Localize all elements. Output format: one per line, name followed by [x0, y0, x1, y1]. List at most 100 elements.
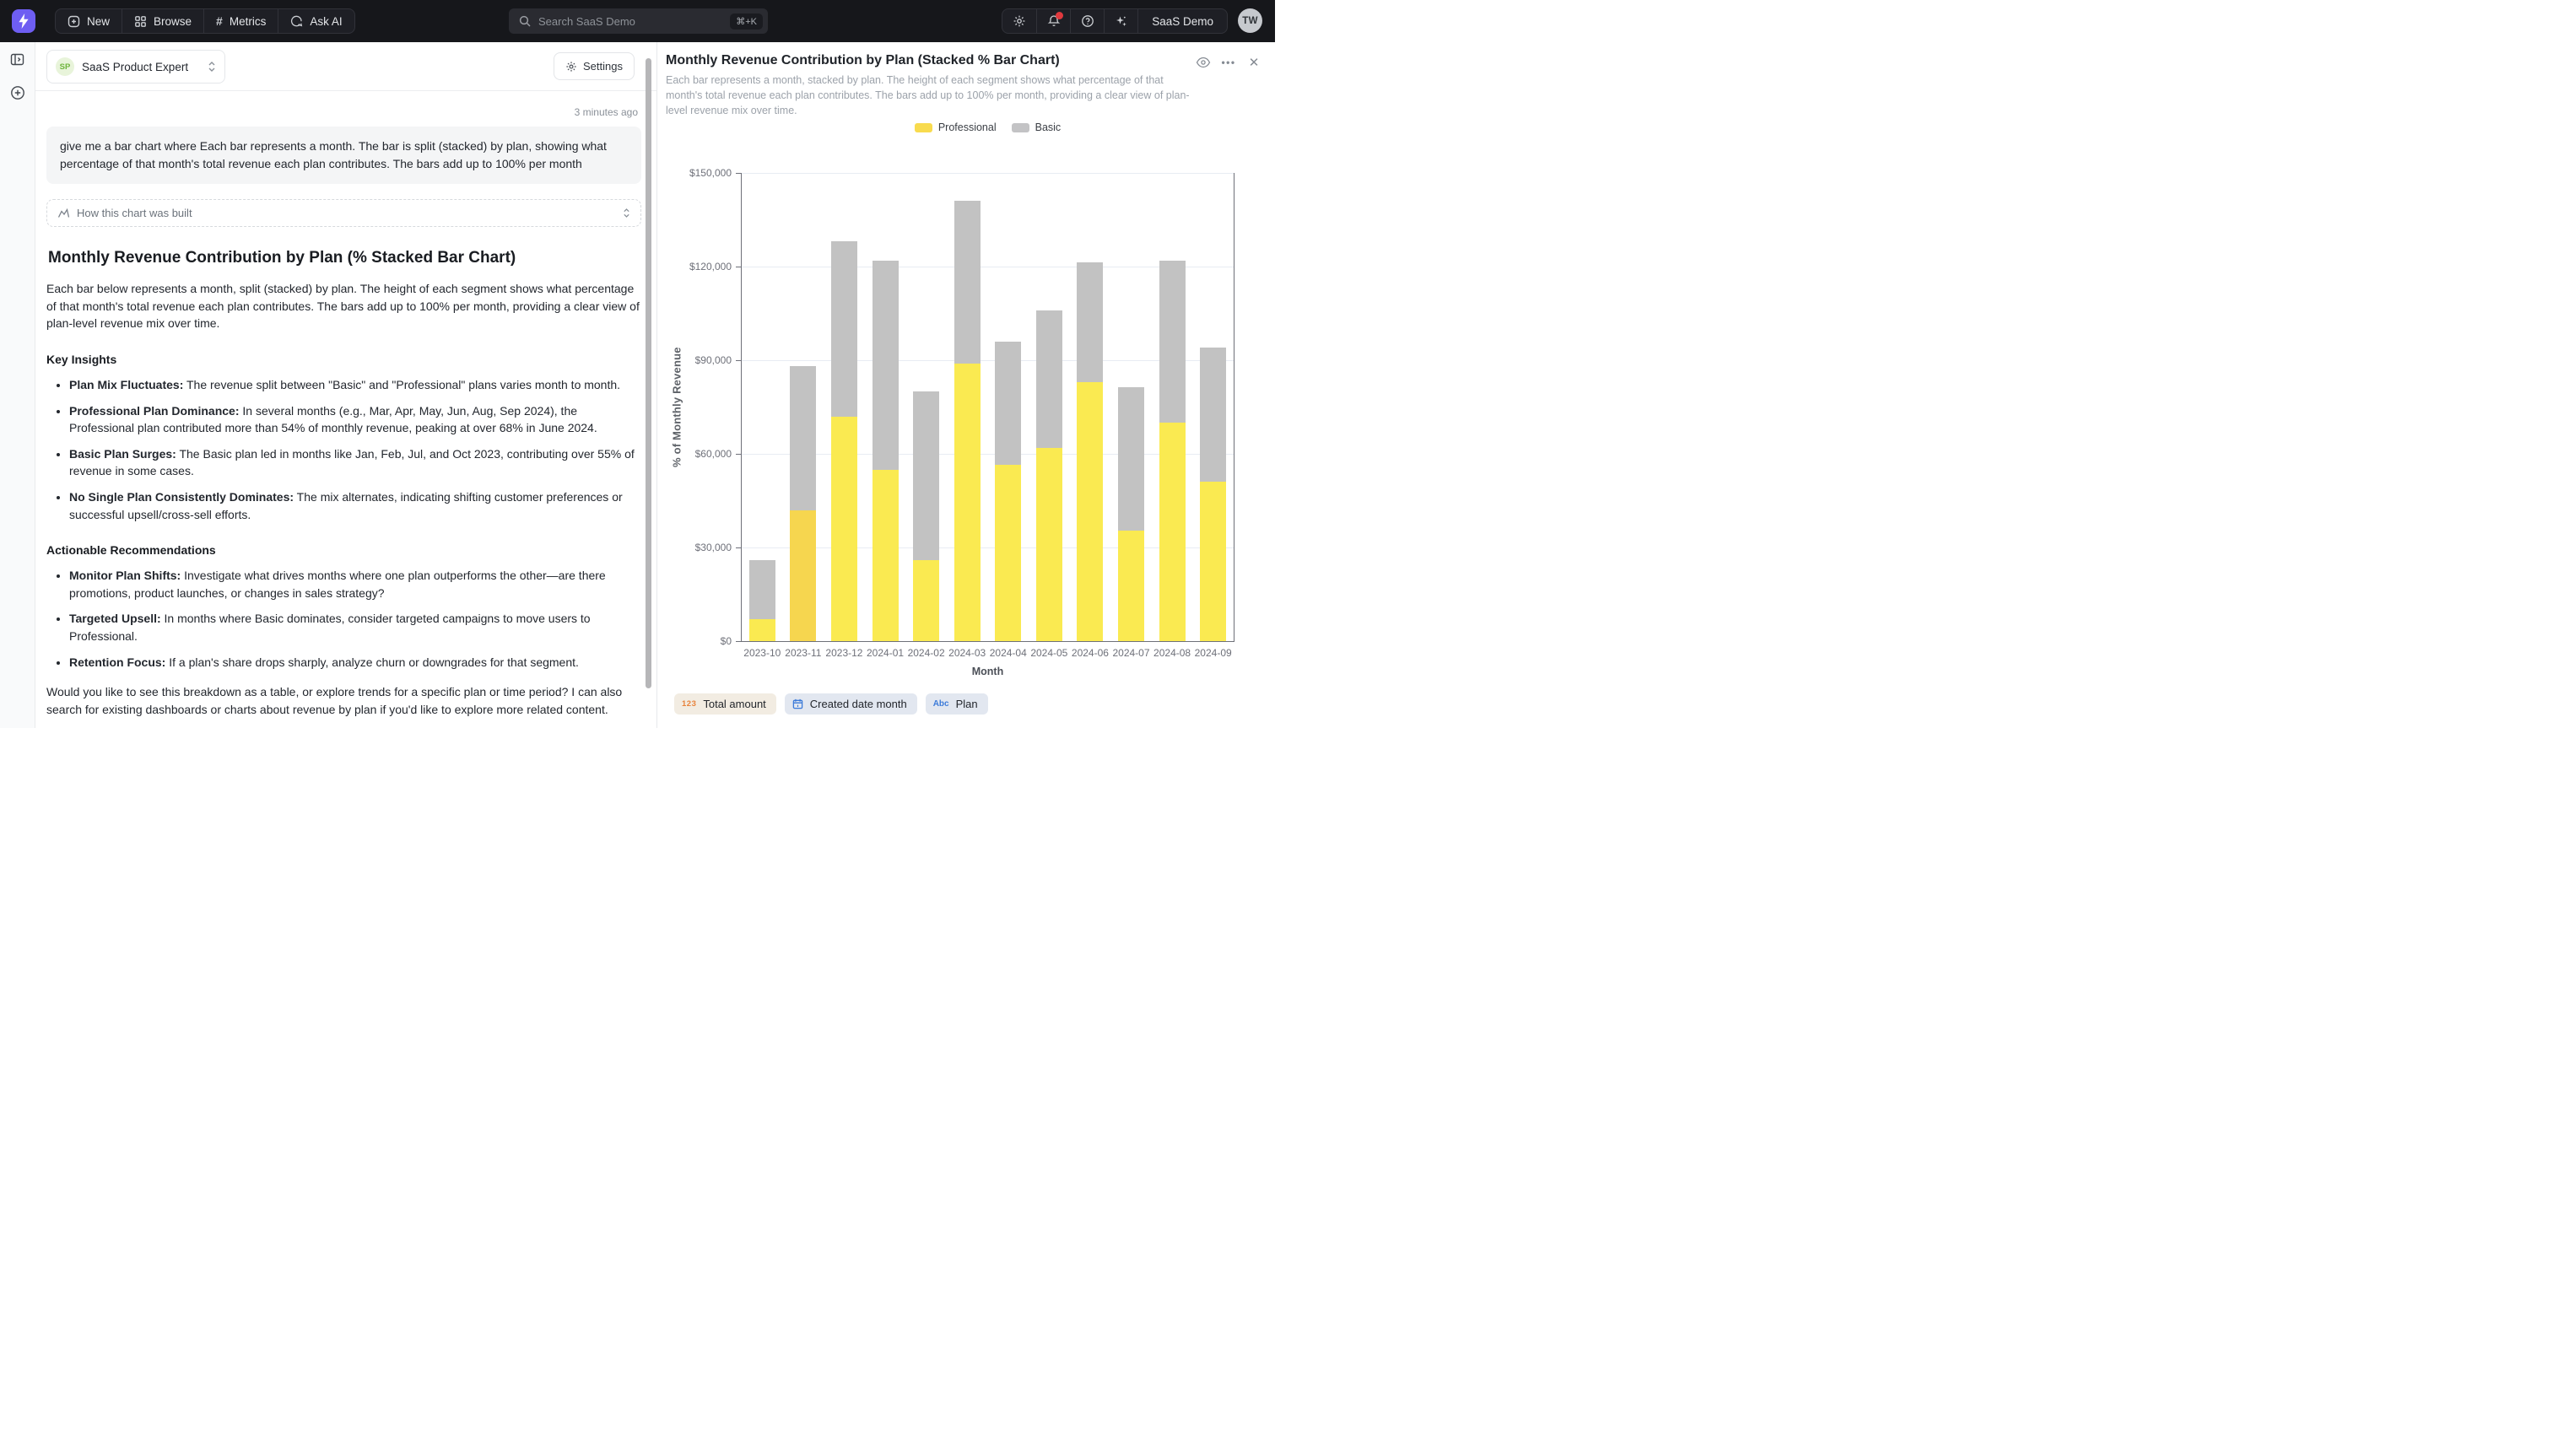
stacked-bar-2024-03[interactable]: [954, 201, 981, 641]
eye-icon: [1196, 57, 1211, 68]
ellipsis-icon: •••: [1221, 57, 1235, 68]
stacked-bar-2024-06[interactable]: [1077, 262, 1103, 641]
numeric-123-icon: 123: [682, 699, 696, 709]
bar-segment-basic: [1036, 310, 1062, 448]
bar-segment-professional: [1200, 482, 1226, 641]
recommendations-heading: Actionable Recommendations: [46, 543, 641, 557]
x-axis-label: 2023-12: [824, 647, 865, 659]
y-axis-label: $0: [664, 635, 732, 647]
bar-segment-professional: [873, 470, 899, 642]
y-axis-tick: [736, 360, 742, 361]
bar-segment-basic: [831, 241, 857, 416]
stacked-bar-2024-07[interactable]: [1118, 387, 1144, 641]
bar-segment-basic: [1159, 261, 1186, 423]
new-chat-button[interactable]: [10, 85, 25, 100]
metrics-button[interactable]: # Metrics: [203, 9, 278, 33]
bar-segment-professional: [1118, 531, 1144, 641]
user-message-bubble: give me a bar chart where Each bar repre…: [46, 127, 641, 184]
y-axis-tick: [736, 547, 742, 548]
stacked-bar-2024-08[interactable]: [1159, 261, 1186, 641]
lightning-bolt-icon: [18, 13, 30, 29]
field-tag-created-date-month[interactable]: Created date month: [785, 693, 917, 715]
abc-icon: Abc: [933, 699, 949, 709]
app-logo[interactable]: [12, 9, 35, 33]
stacked-bar-2024-09[interactable]: [1200, 348, 1226, 641]
y-axis-label: $90,000: [664, 354, 732, 366]
x-axis-label: 2024-01: [865, 647, 906, 659]
stacked-bar-2024-02[interactable]: [913, 391, 939, 641]
chart-panel-actions: ••• ✕: [1194, 53, 1263, 72]
response-intro: Each bar below represents a month, split…: [46, 280, 641, 332]
bar-segment-professional: [831, 417, 857, 641]
legend-item-basic[interactable]: Basic: [1012, 121, 1062, 133]
bars-container: [742, 173, 1234, 641]
x-axis-label: 2024-03: [947, 647, 988, 659]
agent-avatar: SP: [56, 57, 74, 76]
close-panel-button[interactable]: ✕: [1245, 53, 1263, 72]
field-tag-plan[interactable]: Abc Plan: [926, 693, 988, 715]
field-tag-label: Created date month: [810, 698, 907, 710]
response-closing: Would you like to see this breakdown as …: [46, 683, 641, 718]
ask-ai-button[interactable]: Ask AI: [278, 9, 354, 33]
insight-item: Professional Plan Dominance: In several …: [69, 402, 641, 437]
hash-icon: #: [216, 14, 223, 28]
stacked-bar-2024-05[interactable]: [1036, 310, 1062, 641]
stacked-bar-2024-01[interactable]: [873, 261, 899, 641]
recommendation-item: Targeted Upsell: In months where Basic d…: [69, 610, 641, 644]
insight-item: Plan Mix Fluctuates: The revenue split b…: [69, 376, 641, 394]
bar-segment-basic: [913, 391, 939, 560]
help-button[interactable]: [1070, 9, 1104, 33]
bar-segment-basic: [873, 261, 899, 470]
agent-selector[interactable]: SP SaaS Product Expert: [46, 50, 225, 84]
panel-toggle-icon: [10, 52, 24, 67]
bar-segment-professional: [790, 510, 816, 641]
grid-icon: [134, 15, 147, 28]
stacked-bar-2023-12[interactable]: [831, 241, 857, 641]
y-axis-label: $30,000: [664, 542, 732, 553]
stacked-bar-2024-04[interactable]: [995, 342, 1021, 641]
workspace-switcher[interactable]: SaaS Demo: [1137, 9, 1227, 33]
field-tag-label: Total amount: [703, 698, 765, 710]
bar-segment-basic: [790, 366, 816, 510]
browse-button[interactable]: Browse: [122, 9, 203, 33]
notification-badge: [1056, 12, 1063, 19]
x-axis-label: 2024-02: [905, 647, 947, 659]
new-button[interactable]: New: [56, 9, 122, 33]
search-icon: [519, 15, 531, 27]
chart-legend: Professional Basic: [741, 121, 1234, 133]
x-axis-label: 2024-05: [1029, 647, 1070, 659]
more-options-button[interactable]: •••: [1219, 53, 1238, 72]
chevron-updown-icon: [623, 208, 630, 218]
response-heading: Monthly Revenue Contribution by Plan (% …: [48, 249, 640, 267]
chat-settings-button[interactable]: Settings: [554, 52, 635, 80]
toggle-sidebar-button[interactable]: [10, 52, 24, 67]
bar-band: [1192, 173, 1234, 641]
legend-swatch: [1012, 123, 1029, 132]
chat-scrollbar[interactable]: [646, 58, 651, 688]
stacked-bar-2023-11[interactable]: [790, 366, 816, 641]
field-tag-label: Plan: [956, 698, 978, 710]
how-chart-built-toggle[interactable]: How this chart was built: [46, 199, 641, 227]
metrics-button-label: Metrics: [230, 15, 267, 28]
insight-item: Basic Plan Surges: The Basic plan led in…: [69, 445, 641, 480]
bar-band: [1029, 173, 1070, 641]
notifications-button[interactable]: [1036, 9, 1070, 33]
settings-gear-button[interactable]: [1002, 9, 1036, 33]
x-axis-label: 2024-04: [987, 647, 1029, 659]
global-search-input[interactable]: Search SaaS Demo ⌘+K: [509, 8, 768, 34]
navbar-actions: SaaS Demo: [1002, 8, 1228, 34]
browse-button-label: Browse: [154, 15, 192, 28]
stacked-bar-2023-10[interactable]: [749, 560, 775, 641]
legend-item-professional[interactable]: Professional: [915, 121, 997, 133]
field-tag-total-amount[interactable]: 123 Total amount: [674, 693, 776, 715]
bar-segment-basic: [1077, 262, 1103, 382]
x-axis-label: 2023-11: [783, 647, 824, 659]
app-window: New Browse # Metrics Ask AI: [0, 0, 1275, 728]
recommendation-item: Retention Focus: If a plan's share drops…: [69, 654, 641, 671]
bar-segment-professional: [995, 465, 1021, 641]
user-avatar[interactable]: TW: [1238, 8, 1262, 33]
preview-button[interactable]: [1194, 53, 1213, 72]
ai-assistant-button[interactable]: [1104, 9, 1137, 33]
primary-nav: New Browse # Metrics Ask AI: [55, 8, 355, 34]
bar-band: [865, 173, 906, 641]
